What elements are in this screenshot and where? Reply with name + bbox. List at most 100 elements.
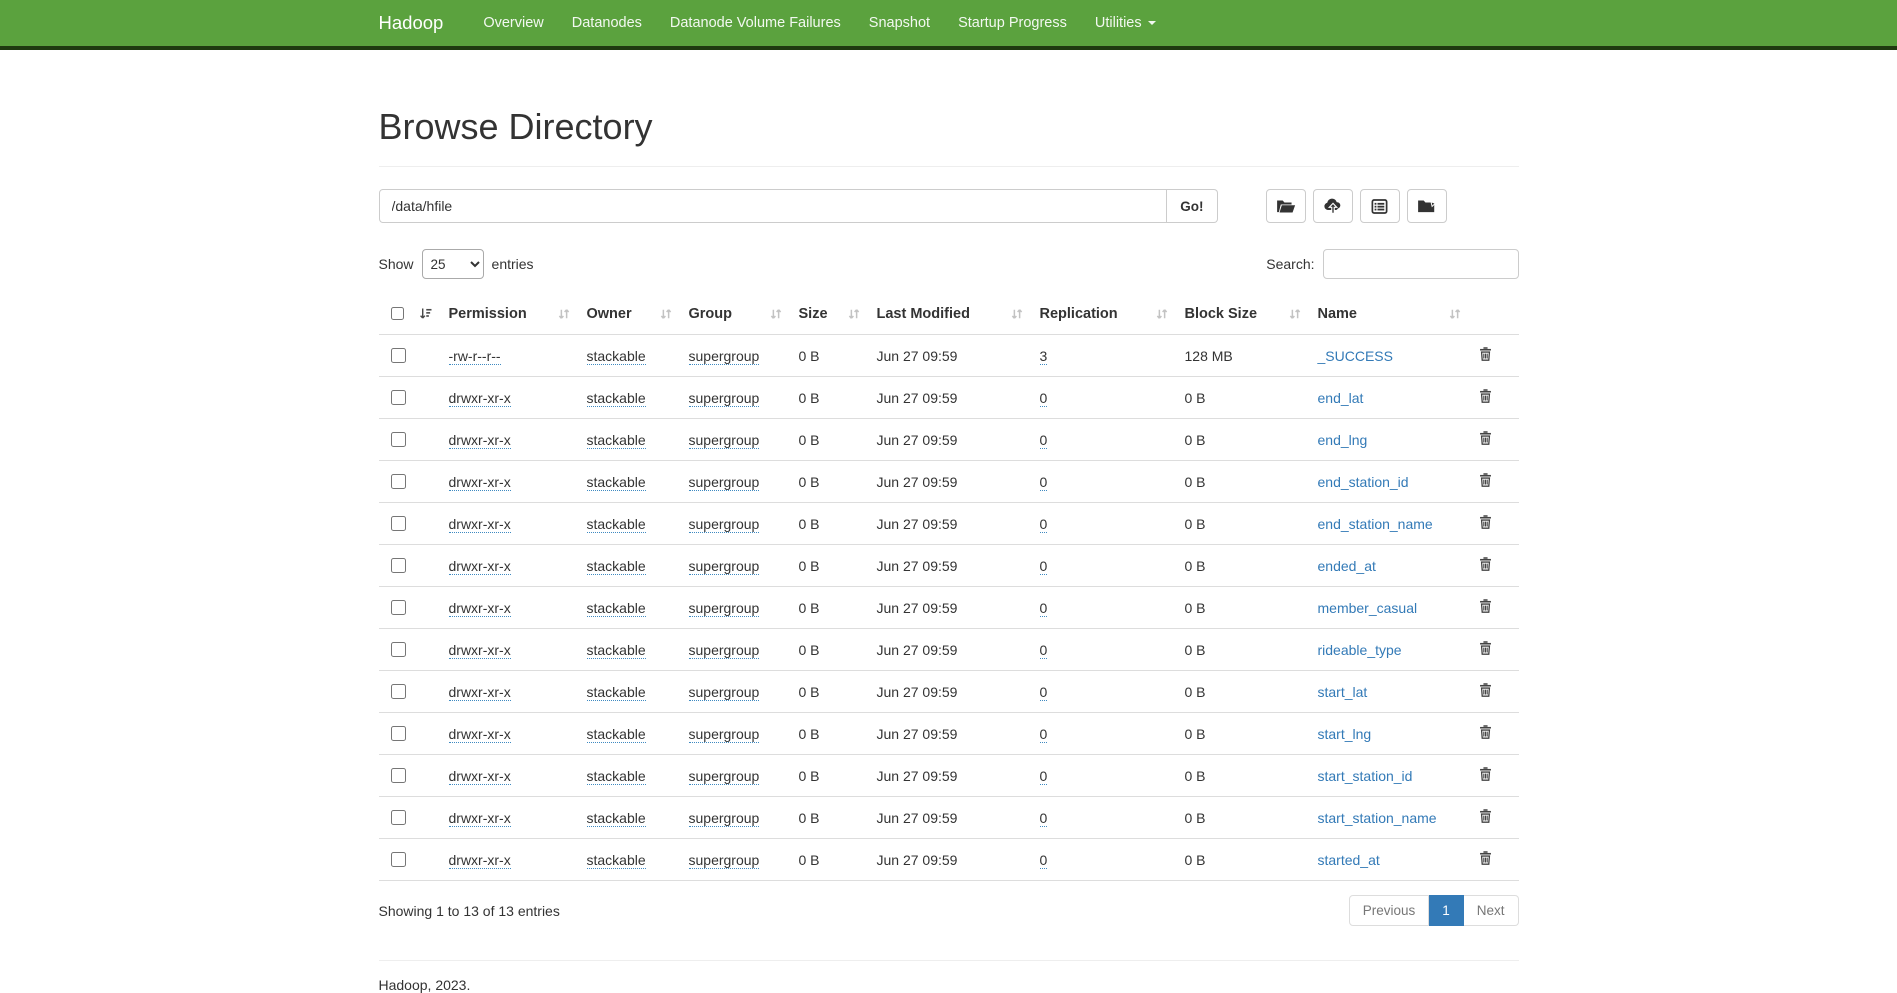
owner-value[interactable]: stackable: [587, 810, 646, 827]
brand-hadoop[interactable]: Hadoop: [379, 12, 444, 34]
replication-value[interactable]: 0: [1040, 390, 1048, 407]
file-name-link[interactable]: end_station_name: [1318, 516, 1433, 532]
list-alt-button[interactable]: [1360, 189, 1400, 223]
replication-value[interactable]: 0: [1040, 600, 1048, 617]
delete-button[interactable]: [1478, 682, 1493, 698]
replication-value[interactable]: 0: [1040, 642, 1048, 659]
column-header-permission[interactable]: Permission: [441, 293, 579, 335]
row-checkbox[interactable]: [391, 810, 406, 825]
permission-value[interactable]: drwxr-xr-x: [449, 852, 511, 869]
nav-item-datanode-volume-failures[interactable]: Datanode Volume Failures: [656, 15, 855, 31]
pagination-next[interactable]: Next: [1464, 895, 1519, 926]
replication-value[interactable]: 0: [1040, 684, 1048, 701]
upload-button[interactable]: [1313, 189, 1353, 223]
file-name-link[interactable]: member_casual: [1318, 600, 1418, 616]
owner-value[interactable]: stackable: [587, 600, 646, 617]
group-value[interactable]: supergroup: [689, 684, 760, 701]
replication-value[interactable]: 0: [1040, 474, 1048, 491]
group-value[interactable]: supergroup: [689, 516, 760, 533]
nav-item-datanodes[interactable]: Datanodes: [558, 15, 656, 31]
group-value[interactable]: supergroup: [689, 600, 760, 617]
row-checkbox[interactable]: [391, 516, 406, 531]
column-header-group[interactable]: Group: [681, 293, 791, 335]
owner-value[interactable]: stackable: [587, 474, 646, 491]
replication-value[interactable]: 0: [1040, 516, 1048, 533]
owner-value[interactable]: stackable: [587, 390, 646, 407]
owner-value[interactable]: stackable: [587, 348, 646, 365]
owner-value[interactable]: stackable: [587, 768, 646, 785]
search-input[interactable]: [1323, 249, 1519, 279]
group-value[interactable]: supergroup: [689, 852, 760, 869]
replication-value[interactable]: 0: [1040, 558, 1048, 575]
row-checkbox[interactable]: [391, 474, 406, 489]
row-checkbox[interactable]: [391, 642, 406, 657]
file-name-link[interactable]: end_station_id: [1318, 474, 1409, 490]
select-all-header[interactable]: [379, 293, 441, 335]
file-name-link[interactable]: start_lat: [1318, 684, 1368, 700]
file-name-link[interactable]: started_at: [1318, 852, 1380, 868]
permission-value[interactable]: drwxr-xr-x: [449, 810, 511, 827]
delete-button[interactable]: [1478, 598, 1493, 614]
permission-value[interactable]: drwxr-xr-x: [449, 516, 511, 533]
permission-value[interactable]: drwxr-xr-x: [449, 642, 511, 659]
permission-value[interactable]: drwxr-xr-x: [449, 432, 511, 449]
column-header-block-size[interactable]: Block Size: [1177, 293, 1310, 335]
permission-value[interactable]: drwxr-xr-x: [449, 726, 511, 743]
replication-value[interactable]: 0: [1040, 768, 1048, 785]
nav-item-snapshot[interactable]: Snapshot: [855, 15, 944, 31]
file-name-link[interactable]: end_lng: [1318, 432, 1368, 448]
permission-value[interactable]: drwxr-xr-x: [449, 390, 511, 407]
replication-value[interactable]: 0: [1040, 810, 1048, 827]
replication-value[interactable]: 0: [1040, 432, 1048, 449]
folder-move-button[interactable]: [1407, 189, 1447, 223]
delete-button[interactable]: [1478, 514, 1493, 530]
row-checkbox[interactable]: [391, 432, 406, 447]
group-value[interactable]: supergroup: [689, 390, 760, 407]
column-header-replication[interactable]: Replication: [1032, 293, 1177, 335]
pagination-page-1[interactable]: 1: [1429, 895, 1464, 926]
row-checkbox[interactable]: [391, 726, 406, 741]
file-name-link[interactable]: end_lat: [1318, 390, 1364, 406]
delete-button[interactable]: [1478, 850, 1493, 866]
row-checkbox[interactable]: [391, 852, 406, 867]
file-name-link[interactable]: start_lng: [1318, 726, 1372, 742]
delete-button[interactable]: [1478, 388, 1493, 404]
delete-button[interactable]: [1478, 556, 1493, 572]
row-checkbox[interactable]: [391, 558, 406, 573]
file-name-link[interactable]: start_station_id: [1318, 768, 1413, 784]
permission-value[interactable]: drwxr-xr-x: [449, 684, 511, 701]
row-checkbox[interactable]: [391, 768, 406, 783]
owner-value[interactable]: stackable: [587, 516, 646, 533]
file-name-link[interactable]: ended_at: [1318, 558, 1376, 574]
owner-value[interactable]: stackable: [587, 558, 646, 575]
owner-value[interactable]: stackable: [587, 432, 646, 449]
owner-value[interactable]: stackable: [587, 726, 646, 743]
page-length-select[interactable]: 25: [422, 249, 484, 279]
delete-button[interactable]: [1478, 640, 1493, 656]
group-value[interactable]: supergroup: [689, 810, 760, 827]
permission-value[interactable]: drwxr-xr-x: [449, 474, 511, 491]
owner-value[interactable]: stackable: [587, 852, 646, 869]
delete-button[interactable]: [1478, 724, 1493, 740]
group-value[interactable]: supergroup: [689, 558, 760, 575]
permission-value[interactable]: -rw-r--r--: [449, 348, 501, 365]
row-checkbox[interactable]: [391, 390, 406, 405]
file-name-link[interactable]: _SUCCESS: [1318, 348, 1393, 364]
column-header-last-modified[interactable]: Last Modified: [869, 293, 1032, 335]
group-value[interactable]: supergroup: [689, 432, 760, 449]
group-value[interactable]: supergroup: [689, 474, 760, 491]
group-value[interactable]: supergroup: [689, 768, 760, 785]
go-button[interactable]: Go!: [1167, 189, 1217, 223]
select-all-checkbox[interactable]: [391, 306, 405, 321]
column-header-name[interactable]: Name: [1310, 293, 1470, 335]
owner-value[interactable]: stackable: [587, 642, 646, 659]
replication-value[interactable]: 3: [1040, 348, 1048, 365]
group-value[interactable]: supergroup: [689, 642, 760, 659]
directory-path-input[interactable]: [379, 189, 1168, 223]
delete-button[interactable]: [1478, 346, 1493, 362]
delete-button[interactable]: [1478, 472, 1493, 488]
folder-open-button[interactable]: [1266, 189, 1306, 223]
delete-button[interactable]: [1478, 766, 1493, 782]
nav-item-overview[interactable]: Overview: [469, 15, 557, 31]
pagination-previous[interactable]: Previous: [1349, 895, 1430, 926]
